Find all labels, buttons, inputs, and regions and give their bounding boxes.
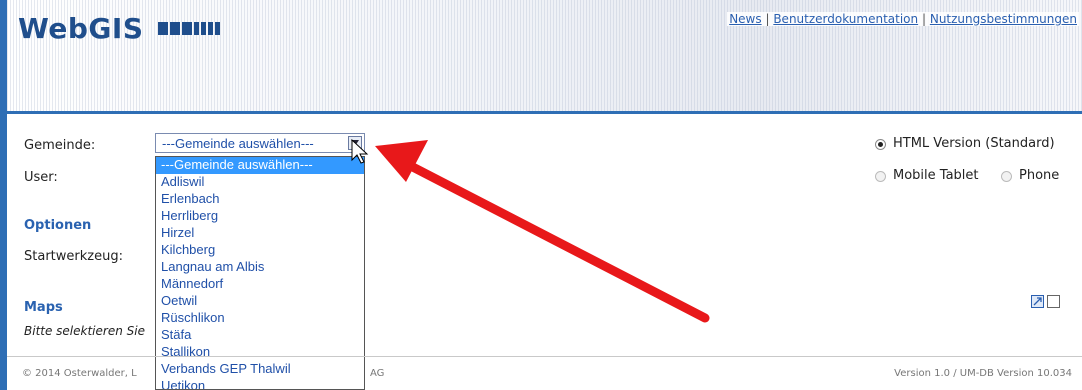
mouse-cursor-icon bbox=[351, 138, 369, 164]
red-arrow-icon bbox=[375, 140, 710, 323]
annotation-overlay bbox=[351, 138, 710, 323]
